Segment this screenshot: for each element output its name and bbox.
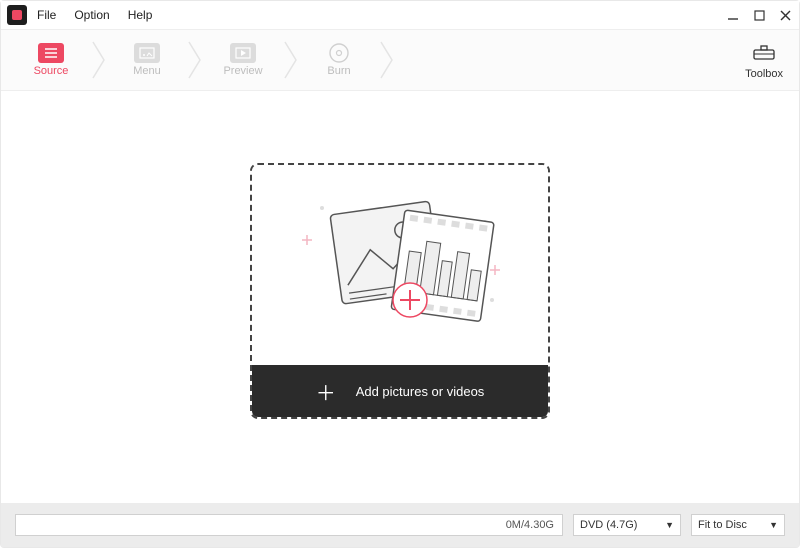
window-controls	[725, 7, 793, 23]
title-bar: File Option Help	[1, 1, 799, 29]
step-source-label: Source	[34, 65, 69, 77]
step-source[interactable]: Source	[11, 29, 91, 91]
menu-file[interactable]: File	[37, 8, 56, 22]
caret-down-icon: ▼	[769, 520, 778, 530]
app-icon	[7, 5, 27, 25]
preview-icon	[230, 43, 256, 63]
menu-help[interactable]: Help	[128, 8, 153, 22]
toolbox-label: Toolbox	[745, 68, 783, 80]
drop-illustration	[252, 165, 548, 365]
step-burn-label: Burn	[327, 65, 350, 77]
fit-value: Fit to Disc	[698, 519, 747, 531]
chevron-right-icon	[187, 29, 203, 91]
minimize-button[interactable]	[725, 7, 741, 23]
step-bar: Source Menu Preview Burn Toolbox	[1, 29, 799, 91]
menu-icon	[134, 43, 160, 63]
fit-select[interactable]: Fit to Disc ▼	[691, 514, 785, 536]
capacity-text: 0M/4.30G	[506, 519, 554, 531]
add-media-dropzone[interactable]: ＋ Add pictures or videos	[250, 163, 550, 419]
burn-icon	[326, 43, 352, 63]
caret-down-icon: ▼	[665, 520, 674, 530]
main-area: ＋ Add pictures or videos	[1, 91, 799, 491]
step-burn[interactable]: Burn	[299, 29, 379, 91]
bottom-bar: 0M/4.30G DVD (4.7G) ▼ Fit to Disc ▼	[1, 503, 799, 547]
maximize-button[interactable]	[751, 7, 767, 23]
disc-type-value: DVD (4.7G)	[580, 519, 637, 531]
toolbox-button[interactable]: Toolbox	[745, 41, 789, 80]
main-menu: File Option Help	[37, 8, 152, 22]
step-menu[interactable]: Menu	[107, 29, 187, 91]
add-media-bar[interactable]: ＋ Add pictures or videos	[252, 365, 548, 417]
capacity-bar: 0M/4.30G	[15, 514, 563, 536]
plus-icon: ＋	[316, 377, 336, 406]
chevron-right-icon	[283, 29, 299, 91]
step-menu-label: Menu	[133, 65, 161, 77]
close-button[interactable]	[777, 7, 793, 23]
disc-type-select[interactable]: DVD (4.7G) ▼	[573, 514, 681, 536]
chevron-right-icon	[379, 29, 395, 91]
add-media-label: Add pictures or videos	[356, 384, 485, 399]
menu-option[interactable]: Option	[74, 8, 109, 22]
step-preview-label: Preview	[223, 65, 262, 77]
toolbox-icon	[752, 41, 776, 66]
source-icon	[38, 43, 64, 63]
step-preview[interactable]: Preview	[203, 29, 283, 91]
chevron-right-icon	[91, 29, 107, 91]
